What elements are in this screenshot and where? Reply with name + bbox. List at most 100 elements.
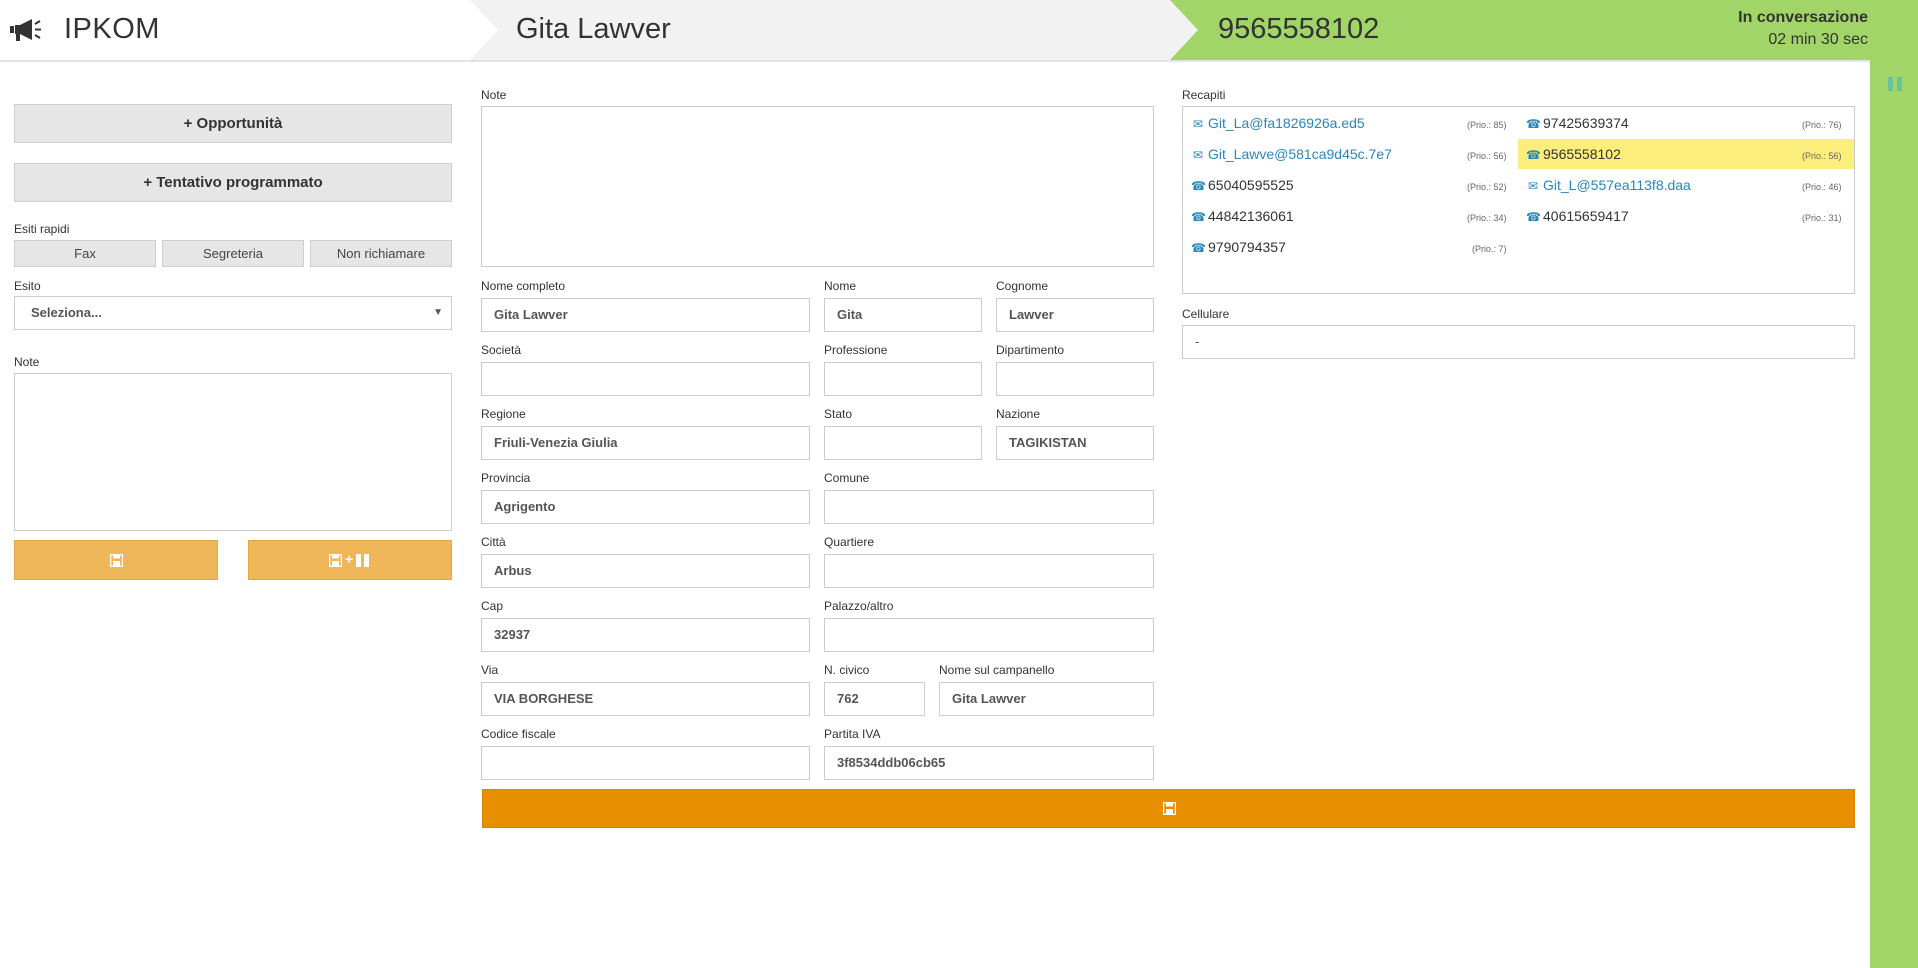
- city-field[interactable]: Arbus: [481, 554, 810, 588]
- building-field[interactable]: [824, 618, 1154, 652]
- header-chevron: [470, 0, 498, 60]
- mobile-field[interactable]: -: [1182, 325, 1855, 359]
- quick-outcome-fax-button[interactable]: Fax: [14, 240, 156, 267]
- vat-number-label: Partita IVA: [824, 727, 881, 741]
- street-label: Via: [481, 663, 499, 677]
- form-notes-label: Note: [481, 88, 507, 102]
- tax-code-label: Codice fiscale: [481, 727, 556, 741]
- building-label: Palazzo/altro: [824, 599, 894, 613]
- top-bar: IPKOM Gita Lawver 9565558102 In conversa…: [0, 0, 1918, 60]
- caller-number: 9565558102: [1218, 13, 1380, 45]
- state-field[interactable]: [824, 426, 982, 460]
- phone-icon: ☎: [1191, 179, 1206, 193]
- contact-item[interactable]: ✉ Git_Lawve@581ca9d45c.7e7: [1191, 139, 1392, 169]
- street-number-label: N. civico: [824, 663, 870, 677]
- call-timer: 02 min 30 sec: [1768, 31, 1868, 48]
- contact-item[interactable]: ✉ Git_La@fa1826926a.ed5: [1191, 108, 1365, 138]
- phone-icon: ☎: [1526, 117, 1541, 131]
- contact-priority: (Prio.: 76): [1802, 120, 1842, 130]
- street-number-field[interactable]: 762: [824, 682, 925, 716]
- save-outcome-button[interactable]: [14, 540, 218, 580]
- left-notes-textarea[interactable]: [14, 373, 452, 531]
- save-icon: [1163, 802, 1176, 815]
- header-chevron: [1170, 0, 1198, 60]
- contact-item[interactable]: ☎ 40615659417: [1526, 201, 1629, 231]
- mobile-label: Cellulare: [1182, 307, 1230, 321]
- left-notes-label: Note: [14, 355, 40, 369]
- profession-label: Professione: [824, 343, 888, 357]
- add-opportunity-button[interactable]: + Opportunità: [14, 104, 452, 143]
- country-label: Nazione: [996, 407, 1041, 421]
- contact-item[interactable]: ☎ 65040595525: [1191, 170, 1294, 200]
- profession-field[interactable]: [824, 362, 982, 396]
- header-divider: [0, 60, 1870, 62]
- pause-icon: [356, 554, 369, 567]
- plus-sign: +: [345, 551, 354, 567]
- full-name-field[interactable]: Gita Lawver: [481, 298, 810, 332]
- contact-item[interactable]: ☎ 44842136061: [1191, 201, 1294, 231]
- contact-priority: (Prio.: 56): [1802, 151, 1842, 161]
- phone-icon: ☎: [1191, 241, 1206, 255]
- phone-icon: ☎: [1526, 148, 1541, 162]
- tax-code-field[interactable]: [481, 746, 810, 780]
- district-label: Quartiere: [824, 535, 875, 549]
- caller-name: Gita Lawver: [516, 13, 671, 45]
- contact-priority: (Prio.: 56): [1467, 151, 1507, 161]
- company-field[interactable]: [481, 362, 810, 396]
- contact-priority: (Prio.: 46): [1802, 182, 1842, 192]
- municipality-label: Comune: [824, 471, 870, 485]
- contact-item[interactable]: ☎ 9790794357: [1191, 232, 1286, 262]
- quick-outcome-voicemail-button[interactable]: Segreteria: [162, 240, 304, 267]
- save-icon: [110, 554, 123, 567]
- save-contact-button[interactable]: [482, 789, 1855, 828]
- state-label: Stato: [824, 407, 853, 421]
- doorbell-name-label: Nome sul campanello: [939, 663, 1055, 677]
- envelope-icon: ✉: [1527, 179, 1539, 193]
- first-name-field[interactable]: Gita: [824, 298, 982, 332]
- zip-label: Cap: [481, 599, 504, 613]
- contact-priority: (Prio.: 31): [1802, 213, 1842, 223]
- province-field[interactable]: Agrigento: [481, 490, 810, 524]
- municipality-field[interactable]: [824, 490, 1154, 524]
- doorbell-name-field[interactable]: Gita Lawver: [939, 682, 1154, 716]
- outcome-select[interactable]: Seleziona... ▼: [14, 296, 452, 330]
- envelope-icon: ✉: [1192, 117, 1204, 131]
- country-field[interactable]: TAGIKISTAN: [996, 426, 1154, 460]
- contacts-label: Recapiti: [1182, 88, 1226, 102]
- form-notes-textarea[interactable]: [481, 106, 1154, 267]
- zip-field[interactable]: 32937: [481, 618, 810, 652]
- district-field[interactable]: [824, 554, 1154, 588]
- right-status-bar: [1870, 60, 1918, 968]
- outcome-select-value: Seleziona...: [31, 305, 102, 320]
- full-name-label: Nome completo: [481, 279, 566, 293]
- phone-icon: ☎: [1526, 210, 1541, 224]
- first-name-label: Nome: [824, 279, 857, 293]
- save-and-pause-button[interactable]: +: [248, 540, 452, 580]
- pause-icon[interactable]: [1887, 76, 1903, 92]
- street-field[interactable]: VIA BORGHESE: [481, 682, 810, 716]
- quick-outcomes-label: Esiti rapidi: [14, 222, 70, 236]
- phone-icon: ☎: [1191, 210, 1206, 224]
- contact-item[interactable]: ✉ Git_L@557ea113f8.daa: [1526, 170, 1691, 200]
- contact-priority: (Prio.: 7): [1472, 244, 1507, 254]
- envelope-icon: ✉: [1192, 148, 1204, 162]
- department-field[interactable]: [996, 362, 1154, 396]
- region-field[interactable]: Friuli-Venezia Giulia: [481, 426, 810, 460]
- megaphone-icon: [10, 19, 41, 41]
- app-title: IPKOM: [64, 13, 160, 45]
- contact-item[interactable]: ☎ 97425639374: [1526, 108, 1629, 138]
- last-name-field[interactable]: Lawver: [996, 298, 1154, 332]
- city-label: Città: [481, 535, 506, 549]
- add-scheduled-attempt-button[interactable]: + Tentativo programmato: [14, 163, 452, 202]
- company-label: Società: [481, 343, 522, 357]
- contact-priority: (Prio.: 34): [1467, 213, 1507, 223]
- outcome-label: Esito: [14, 279, 41, 293]
- contact-item-active[interactable]: ☎ 9565558102: [1526, 139, 1621, 169]
- province-label: Provincia: [481, 471, 531, 485]
- caret-down-icon: ▼: [433, 307, 443, 318]
- vat-number-field[interactable]: 3f8534ddb06cb65: [824, 746, 1154, 780]
- region-label: Regione: [481, 407, 526, 421]
- quick-outcome-do-not-call-button[interactable]: Non richiamare: [310, 240, 452, 267]
- contact-priority: (Prio.: 85): [1467, 120, 1507, 130]
- save-icon: [329, 554, 342, 567]
